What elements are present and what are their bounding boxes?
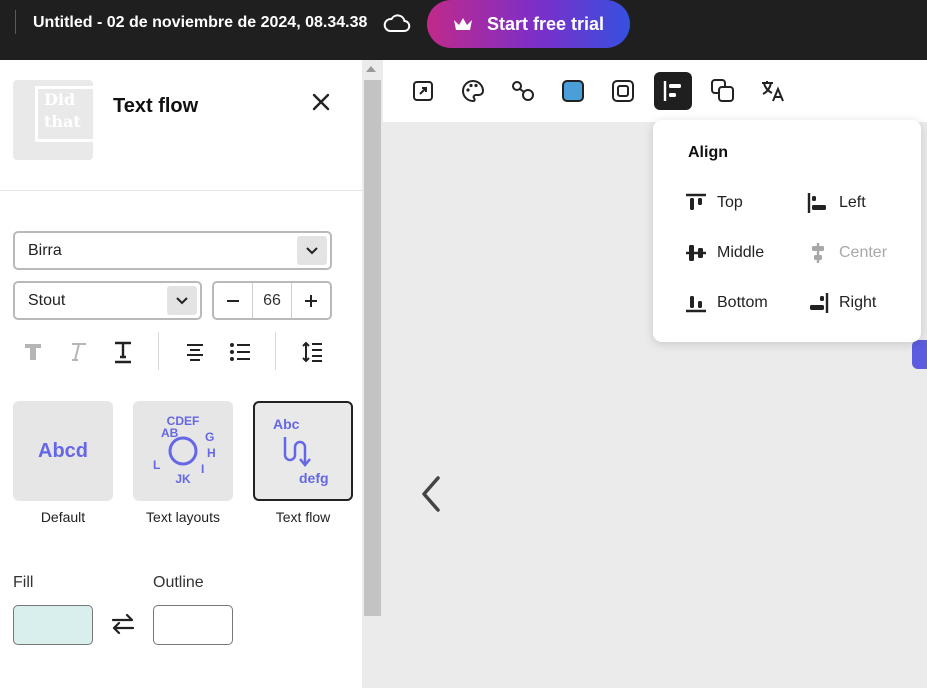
align-popover: Align Top Left Middle Center Bottom Righ… — [653, 120, 921, 342]
toolbar-separator — [158, 332, 159, 370]
previous-arrow-icon[interactable] — [418, 474, 444, 514]
topbar-divider — [15, 10, 16, 34]
underline-t-icon[interactable] — [108, 337, 138, 367]
preset-default-card[interactable]: Abcd — [13, 401, 113, 501]
default-preview-text: Abcd — [38, 439, 88, 462]
shapes-icon[interactable] — [504, 72, 542, 110]
align-popover-title: Align — [688, 144, 728, 161]
panel-scrollbar-thumb[interactable] — [364, 80, 381, 616]
align-top-icon — [686, 193, 706, 210]
crown-icon — [454, 18, 472, 30]
panel-title: Text flow — [113, 95, 199, 117]
svg-text:I: I — [201, 462, 204, 476]
align-top-label: Top — [717, 194, 743, 211]
align-center-h-icon — [812, 243, 824, 263]
start-free-trial-label: Start free trial — [487, 13, 605, 34]
align-icon[interactable] — [654, 72, 692, 110]
cloud-icon[interactable] — [383, 12, 411, 34]
font-size-stepper: 66 — [212, 281, 332, 320]
font-style-value: Stout — [28, 291, 66, 309]
align-bottom-icon — [686, 296, 706, 313]
fill-color-swatch[interactable] — [13, 605, 93, 645]
align-bottom-label: Bottom — [717, 294, 768, 311]
text-flow-panel: Did that Text flow Birra Stout 66 Abcd D… — [0, 60, 362, 688]
italic-t-icon[interactable] — [62, 337, 92, 367]
side-tab-button[interactable] — [912, 340, 927, 369]
border-icon[interactable] — [604, 72, 642, 110]
palette-icon[interactable] — [454, 72, 492, 110]
fill-label: Fill — [13, 574, 34, 591]
align-left-label: Left — [839, 194, 866, 211]
document-title[interactable]: Untitled - 02 de noviembre de 2024, 08.3… — [33, 14, 367, 32]
preset-default-label: Default — [40, 509, 86, 525]
svg-text:G: G — [205, 430, 214, 444]
plus-icon — [305, 294, 317, 307]
svg-text:L: L — [153, 458, 160, 472]
align-middle-option[interactable]: Middle — [685, 240, 764, 266]
align-center-icon[interactable] — [180, 337, 210, 367]
close-icon[interactable] — [309, 90, 333, 114]
scroll-up-arrow-icon[interactable] — [366, 66, 376, 72]
outline-color-swatch[interactable] — [153, 605, 233, 645]
align-left-icon — [807, 193, 826, 213]
font-size-input[interactable]: 66 — [252, 283, 292, 318]
font-family-value: Birra — [28, 241, 62, 259]
list-icon[interactable] — [225, 337, 255, 367]
font-family-select[interactable]: Birra — [13, 231, 332, 270]
preset-text-layouts-label: Text layouts — [146, 509, 220, 525]
chevron-down-icon — [167, 286, 197, 315]
align-middle-label: Middle — [717, 244, 765, 261]
chevron-down-icon — [297, 236, 327, 265]
translate-icon[interactable] — [754, 72, 792, 110]
increase-size-button[interactable] — [292, 283, 330, 318]
panel-divider — [0, 190, 362, 191]
swap-arrows-icon[interactable] — [110, 611, 136, 637]
align-top-option[interactable]: Top — [685, 190, 743, 216]
resize-icon[interactable] — [404, 72, 442, 110]
align-left-option[interactable]: Left — [807, 190, 866, 216]
color-square-icon[interactable] — [554, 72, 592, 110]
circle-text-preview: CDEF AB G H I JK L — [153, 414, 216, 486]
start-free-trial-button[interactable]: Start free trial — [427, 0, 630, 48]
layer-thumbnail: Did that — [13, 80, 93, 160]
toolbar-separator — [275, 332, 276, 370]
svg-text:JK: JK — [175, 472, 191, 486]
align-middle-icon — [686, 245, 706, 261]
align-center-option[interactable]: Center — [807, 240, 887, 266]
preset-text-flow-card[interactable]: Abc defg — [253, 401, 353, 501]
text-flow-preview-bottom: defg — [299, 470, 329, 486]
preset-text-layouts-card[interactable]: CDEF AB G H I JK L — [133, 401, 233, 501]
align-right-option[interactable]: Right — [807, 290, 876, 316]
thumbnail-preview: Did that — [35, 86, 93, 142]
minus-icon — [227, 299, 239, 302]
text-flow-preview-top: Abc — [273, 416, 300, 432]
svg-text:AB: AB — [161, 426, 179, 440]
decrease-size-button[interactable] — [214, 283, 252, 318]
line-spacing-icon[interactable] — [297, 337, 327, 367]
thumbnail-line-1: Did — [44, 90, 76, 109]
outline-label: Outline — [153, 574, 204, 591]
align-center-label: Center — [839, 244, 888, 261]
font-style-select[interactable]: Stout — [13, 281, 202, 320]
thumbnail-line-2: that — [44, 112, 81, 131]
align-right-icon — [810, 293, 829, 313]
svg-text:H: H — [207, 446, 216, 460]
top-bar: Untitled - 02 de noviembre de 2024, 08.3… — [0, 0, 927, 60]
text-flow-preview: Abc defg — [273, 416, 329, 486]
align-bottom-option[interactable]: Bottom — [685, 290, 768, 316]
bold-t-icon[interactable] — [18, 337, 48, 367]
preset-text-flow-label: Text flow — [275, 509, 331, 525]
align-right-label: Right — [839, 294, 877, 311]
duplicate-icon[interactable] — [704, 72, 742, 110]
